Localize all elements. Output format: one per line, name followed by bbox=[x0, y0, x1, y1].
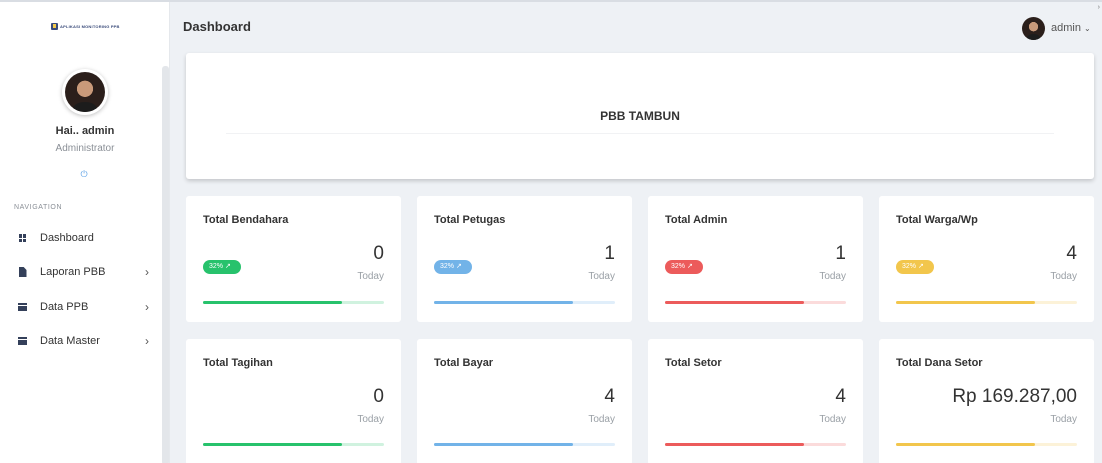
card-value: 4 bbox=[1066, 243, 1077, 264]
logo-text: APLIKASI MONITORING PPB bbox=[60, 24, 120, 29]
user-photo bbox=[65, 72, 105, 112]
trend-badge: 32% ↗ bbox=[203, 260, 241, 274]
profile-avatar bbox=[62, 69, 108, 115]
stat-card-total-petugas: Total Petugas 1 Today 32% ↗ bbox=[417, 196, 632, 322]
progress-bar bbox=[434, 443, 615, 446]
progress-bar bbox=[203, 443, 384, 446]
sidebar-scrollbar[interactable] bbox=[162, 66, 169, 463]
window-corner-icon: › bbox=[1097, 4, 1100, 11]
progress-fill bbox=[203, 443, 343, 446]
card-period: Today bbox=[819, 414, 846, 425]
progress-bar bbox=[434, 301, 615, 304]
stat-card-total-warga: Total Warga/Wp 4 Today 32% ↗ bbox=[879, 196, 1094, 322]
card-value: 1 bbox=[835, 243, 846, 264]
card-title: Total Warga/Wp bbox=[896, 214, 978, 226]
progress-fill bbox=[665, 301, 805, 304]
progress-fill bbox=[434, 443, 574, 446]
chevron-down-icon: ⌄ bbox=[1083, 24, 1091, 33]
logo-icon bbox=[51, 23, 58, 30]
stat-card-total-dana-setor: Total Dana Setor Rp 169.287,00 Today bbox=[879, 339, 1094, 463]
user-menu[interactable]: admin ⌄ bbox=[1051, 22, 1091, 34]
card-period: Today bbox=[588, 271, 615, 282]
progress-fill bbox=[896, 443, 1036, 446]
card-title: Total Setor bbox=[665, 357, 722, 369]
sidebar-item-dashboard[interactable]: Dashboard bbox=[0, 226, 162, 250]
sidebar: APLIKASI MONITORING PPB Hai.. admin Admi… bbox=[0, 2, 170, 463]
progress-bar bbox=[896, 443, 1077, 446]
progress-fill bbox=[896, 301, 1036, 304]
card-period: Today bbox=[1050, 414, 1077, 425]
archive-icon bbox=[18, 336, 27, 346]
card-period: Today bbox=[1050, 271, 1077, 282]
card-value: 0 bbox=[373, 386, 384, 407]
trend-up-icon: ↗ bbox=[918, 263, 924, 270]
card-period: Today bbox=[819, 271, 846, 282]
hero-divider bbox=[226, 133, 1054, 134]
progress-fill bbox=[665, 443, 805, 446]
stat-card-total-bendahara: Total Bendahara 0 Today 32% ↗ bbox=[186, 196, 401, 322]
sidebar-item-label: Laporan PBB bbox=[40, 266, 106, 278]
user-name: admin bbox=[1051, 22, 1081, 34]
sidebar-item-data-ppb[interactable]: Data PPB › bbox=[0, 295, 162, 319]
stat-card-total-bayar: Total Bayar 4 Today bbox=[417, 339, 632, 463]
hero-panel: PBB TAMBUN bbox=[186, 53, 1094, 179]
card-value: 4 bbox=[604, 386, 615, 407]
trend-badge: 32% ↗ bbox=[434, 260, 472, 274]
dashboard-icon bbox=[18, 233, 27, 243]
progress-bar bbox=[203, 301, 384, 304]
progress-fill bbox=[203, 301, 343, 304]
card-value: 1 bbox=[604, 243, 615, 264]
user-photo bbox=[1022, 17, 1045, 40]
card-period: Today bbox=[357, 414, 384, 425]
stat-card-total-tagihan: Total Tagihan 0 Today bbox=[186, 339, 401, 463]
profile-greeting: Hai.. admin bbox=[55, 125, 115, 137]
progress-bar bbox=[665, 443, 846, 446]
sidebar-item-label: Data PPB bbox=[40, 301, 89, 313]
card-period: Today bbox=[588, 414, 615, 425]
chevron-right-icon: › bbox=[145, 334, 149, 348]
card-value: 0 bbox=[373, 243, 384, 264]
trend-badge: 32% ↗ bbox=[896, 260, 934, 274]
nav-heading: NAVIGATION bbox=[14, 204, 63, 211]
card-value: Rp 169.287,00 bbox=[952, 386, 1077, 407]
sidebar-item-laporan-pbb[interactable]: Laporan PBB › bbox=[0, 260, 162, 284]
hero-title: PBB TAMBUN bbox=[600, 109, 680, 123]
archive-icon bbox=[18, 302, 27, 312]
profile-role: Administrator bbox=[55, 143, 115, 154]
chevron-right-icon: › bbox=[145, 265, 149, 279]
file-icon bbox=[18, 267, 27, 277]
app-logo[interactable]: APLIKASI MONITORING PPB bbox=[51, 23, 120, 30]
card-title: Total Dana Setor bbox=[896, 357, 983, 369]
card-title: Total Bendahara bbox=[203, 214, 289, 226]
card-value: 4 bbox=[835, 386, 846, 407]
card-title: Total Tagihan bbox=[203, 357, 273, 369]
progress-bar bbox=[896, 301, 1077, 304]
stat-card-total-setor: Total Setor 4 Today bbox=[648, 339, 863, 463]
sidebar-item-label: Dashboard bbox=[40, 232, 94, 244]
user-avatar[interactable] bbox=[1022, 17, 1045, 40]
page-title: Dashboard bbox=[183, 19, 251, 34]
stat-card-total-admin: Total Admin 1 Today 32% ↗ bbox=[648, 196, 863, 322]
progress-fill bbox=[434, 301, 574, 304]
sidebar-item-label: Data Master bbox=[40, 335, 100, 347]
card-title: Total Admin bbox=[665, 214, 728, 226]
card-period: Today bbox=[357, 271, 384, 282]
sidebar-item-data-master[interactable]: Data Master › bbox=[0, 329, 162, 353]
power-icon[interactable]: ⏻ bbox=[80, 170, 88, 179]
chevron-right-icon: › bbox=[145, 300, 149, 314]
trend-badge: 32% ↗ bbox=[665, 260, 703, 274]
progress-bar bbox=[665, 301, 846, 304]
card-title: Total Petugas bbox=[434, 214, 506, 226]
trend-up-icon: ↗ bbox=[225, 263, 231, 270]
trend-up-icon: ↗ bbox=[687, 263, 693, 270]
card-title: Total Bayar bbox=[434, 357, 494, 369]
top-bar: Dashboard admin ⌄ › bbox=[170, 2, 1102, 52]
trend-up-icon: ↗ bbox=[456, 263, 462, 270]
